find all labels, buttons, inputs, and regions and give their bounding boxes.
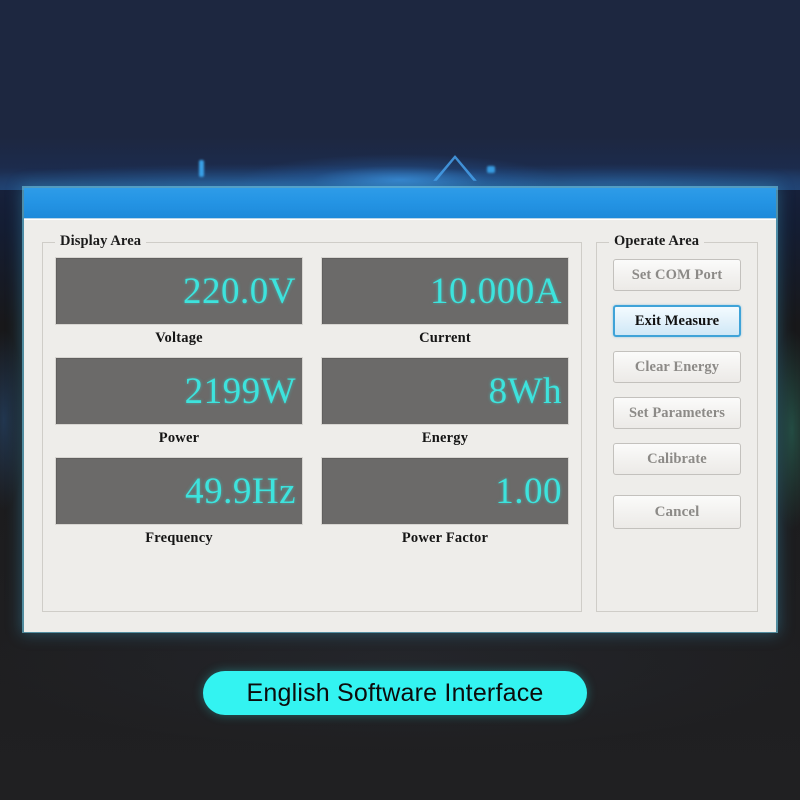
meter-voltage-label: Voltage (155, 330, 203, 346)
background-spark-right-icon (487, 166, 495, 173)
meter-voltage-value: 220.0V (183, 270, 296, 312)
display-area-legend: Display Area (55, 233, 147, 250)
meter-voltage: 220.0V Voltage (55, 257, 303, 349)
window-title-bar[interactable] (24, 188, 776, 219)
product-photo-background: Display Area 220.0V Voltage 10.000A Curr… (0, 0, 800, 800)
caption-text: English Software Interface (246, 678, 544, 707)
meter-current-label: Current (419, 330, 471, 346)
meter-frequency-display: 49.9Hz (55, 457, 303, 525)
window-client-area: Display Area 220.0V Voltage 10.000A Curr… (24, 219, 776, 632)
cancel-button[interactable]: Cancel (613, 495, 741, 529)
meter-energy-label: Energy (421, 430, 469, 446)
meter-grid: 220.0V Voltage 10.000A Current 2199W Pow… (55, 257, 569, 549)
meter-power-label: Power (158, 430, 200, 446)
meter-energy: 8Wh Energy (321, 357, 569, 449)
meter-power: 2199W Power (55, 357, 303, 449)
meter-power-factor: 1.00 Power Factor (321, 457, 569, 549)
exit-measure-button[interactable]: Exit Measure (613, 305, 741, 337)
caption-pill: English Software Interface (203, 671, 587, 715)
meter-power-factor-label: Power Factor (401, 530, 489, 546)
set-parameters-button[interactable]: Set Parameters (613, 397, 741, 429)
meter-power-value: 2199W (184, 370, 296, 412)
meter-power-display: 2199W (55, 357, 303, 425)
operate-area-legend: Operate Area (609, 233, 705, 250)
meter-power-factor-value: 1.00 (495, 470, 562, 512)
meter-frequency-value: 49.9Hz (185, 470, 296, 512)
meter-power-factor-display: 1.00 (321, 457, 569, 525)
background-spark-left-icon (199, 160, 204, 177)
meter-frequency: 49.9Hz Frequency (55, 457, 303, 549)
set-com-port-button[interactable]: Set COM Port (613, 259, 741, 291)
meter-frequency-label: Frequency (145, 530, 213, 546)
operate-button-stack: Set COM Port Exit Measure Clear Energy S… (613, 259, 741, 475)
application-window: Display Area 220.0V Voltage 10.000A Curr… (24, 188, 776, 632)
meter-voltage-display: 220.0V (55, 257, 303, 325)
meter-current: 10.000A Current (321, 257, 569, 349)
meter-energy-value: 8Wh (488, 370, 562, 412)
meter-current-display: 10.000A (321, 257, 569, 325)
meter-energy-display: 8Wh (321, 357, 569, 425)
display-area-group: Display Area 220.0V Voltage 10.000A Curr… (42, 233, 582, 612)
operate-area-group: Operate Area Set COM Port Exit Measure C… (596, 233, 758, 612)
meter-current-value: 10.000A (430, 270, 562, 312)
calibrate-button[interactable]: Calibrate (613, 443, 741, 475)
clear-energy-button[interactable]: Clear Energy (613, 351, 741, 383)
